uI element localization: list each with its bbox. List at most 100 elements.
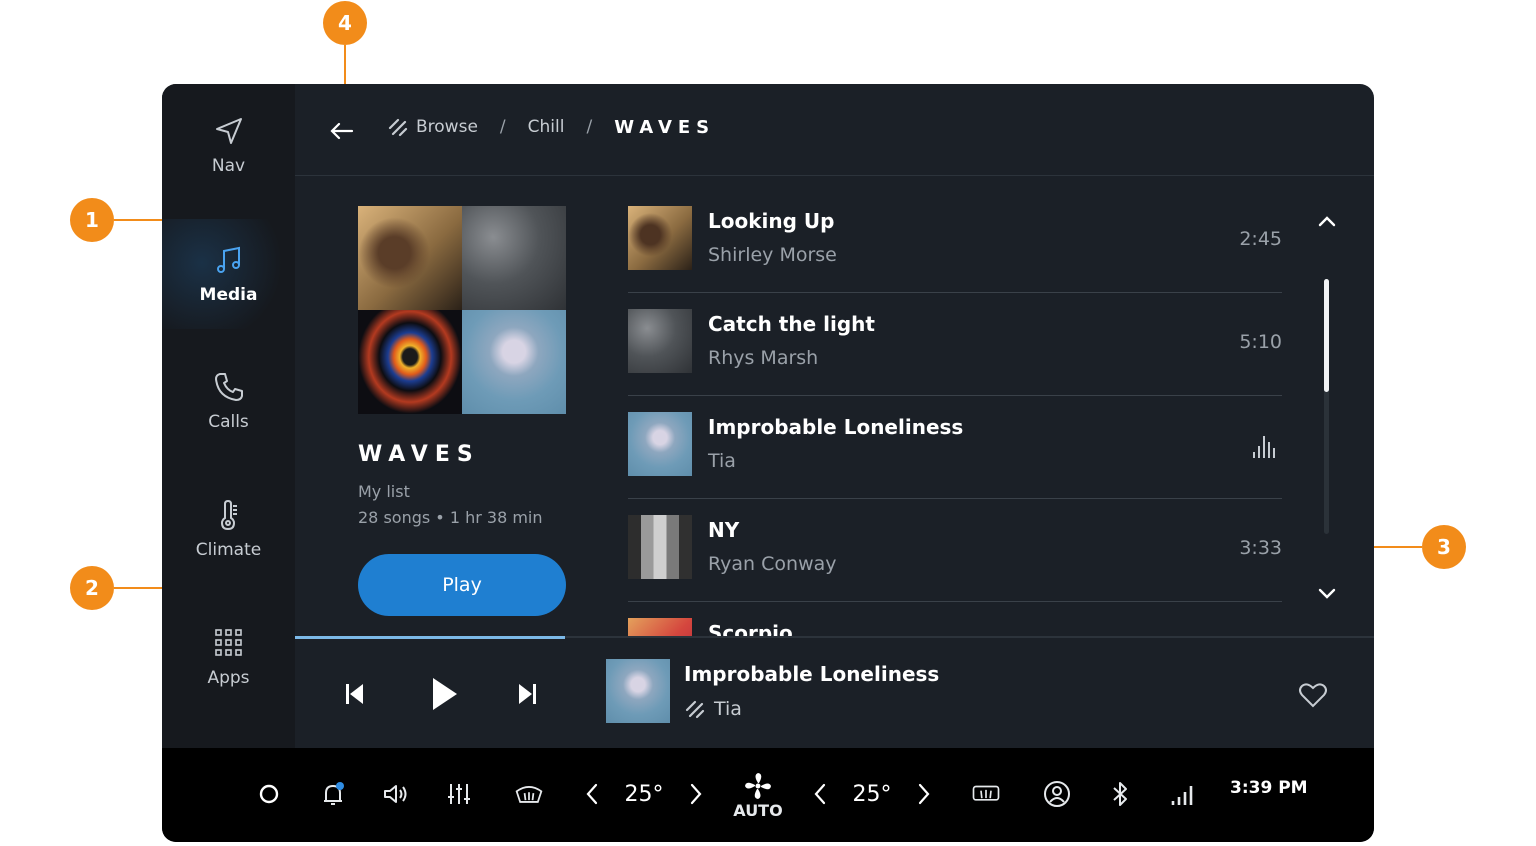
track-row[interactable]: Scorpio	[628, 602, 1282, 636]
front-defrost-button[interactable]	[512, 776, 546, 812]
album-art-tile	[462, 206, 566, 310]
album-art-collage	[358, 206, 566, 414]
album-art-tile	[462, 310, 566, 414]
chevron-right-icon	[918, 783, 930, 805]
music-note-icon	[216, 246, 240, 273]
track-title: Catch the light	[708, 312, 875, 336]
playlist-title: WAVES	[358, 442, 480, 467]
track-row[interactable]: Looking Up Shirley Morse 2:45	[628, 190, 1282, 293]
right-temp-up[interactable]	[912, 776, 936, 812]
track-title: Looking Up	[708, 209, 835, 233]
right-temperature: 25°	[852, 781, 892, 807]
breadcrumb-browse[interactable]: Browse	[416, 117, 478, 137]
audio-settings-button[interactable]	[444, 776, 474, 812]
now-playing-artwork	[606, 659, 670, 723]
bluetooth-icon	[1113, 782, 1127, 806]
rail-item-climate[interactable]: Climate	[162, 474, 295, 584]
volume-button[interactable]	[380, 776, 410, 812]
track-thumbnail	[628, 515, 692, 579]
bluetooth-button[interactable]	[1108, 776, 1132, 812]
track-row[interactable]: Catch the light Rhys Marsh 5:10	[628, 293, 1282, 396]
breadcrumb-current: WAVES	[614, 116, 716, 138]
system-bar: 25° AUTO 25° 3:39 PM	[162, 748, 1374, 842]
thermometer-icon	[220, 499, 237, 531]
track-row[interactable]: Improbable Loneliness Tia	[628, 396, 1282, 499]
navigation-arrow-icon	[215, 118, 242, 144]
home-circle-icon	[259, 784, 279, 804]
rail-item-label: Climate	[195, 540, 262, 560]
now-playing-bar: Improbable Loneliness Tia	[295, 636, 1374, 748]
play-icon[interactable]	[427, 676, 459, 712]
clock: 3:39 PM	[1230, 778, 1308, 798]
speaker-icon	[384, 785, 407, 803]
track-artist: Shirley Morse	[708, 244, 837, 266]
track-thumbnail	[628, 618, 692, 636]
rail-item-label: Calls	[208, 412, 249, 432]
fan-auto-button[interactable]: AUTO	[730, 766, 786, 824]
user-profile-icon	[1044, 781, 1070, 807]
favorite-heart-icon[interactable]	[1298, 680, 1328, 710]
header: Browse / Chill / WAVES	[295, 84, 1374, 176]
track-duration: 2:45	[1239, 228, 1282, 250]
left-temperature: 25°	[624, 781, 664, 807]
notifications-button[interactable]	[318, 776, 348, 812]
next-track-icon[interactable]	[515, 682, 539, 706]
signal-strength	[1168, 776, 1198, 812]
track-artist: Rhys Marsh	[708, 347, 819, 369]
track-title: Scorpio	[708, 621, 793, 636]
rear-defrost-icon	[972, 785, 1000, 801]
track-duration: 3:33	[1239, 537, 1282, 559]
previous-track-icon[interactable]	[343, 682, 367, 706]
playlist-subtitle: My list	[358, 482, 410, 501]
fan-icon	[745, 772, 771, 799]
callout-4: 4	[323, 1, 367, 45]
track-thumbnail	[628, 412, 692, 476]
chevron-left-icon	[814, 783, 826, 805]
track-list: Looking Up Shirley Morse 2:45 Catch the …	[628, 190, 1282, 636]
profile-button[interactable]	[1042, 776, 1072, 812]
callout-3: 3	[1422, 525, 1466, 569]
scroll-up-chevron-icon[interactable]	[1312, 206, 1342, 236]
now-playing-artist: Tia	[714, 698, 742, 720]
now-playing-artist-row: Tia	[684, 698, 742, 720]
scrollbar-thumb[interactable]	[1324, 279, 1329, 392]
scroll-down-chevron-icon[interactable]	[1312, 578, 1342, 608]
breadcrumb: Browse / Chill / WAVES	[387, 116, 715, 138]
play-button[interactable]: Play	[358, 554, 566, 616]
breadcrumb-separator: /	[499, 117, 506, 137]
track-thumbnail	[628, 206, 692, 270]
apps-grid-icon	[214, 629, 242, 656]
rail-item-apps[interactable]: Apps	[162, 602, 295, 712]
rear-defrost-button[interactable]	[968, 776, 1004, 812]
track-duration: 5:10	[1239, 331, 1282, 353]
sliders-icon	[448, 784, 470, 804]
chevron-left-icon	[586, 783, 598, 805]
track-artist: Ryan Conway	[708, 553, 837, 575]
left-temp-down[interactable]	[580, 776, 604, 812]
right-temp-down[interactable]	[808, 776, 832, 812]
fan-mode-label: AUTO	[733, 800, 783, 820]
playback-progress[interactable]	[295, 636, 565, 639]
track-title: Improbable Loneliness	[708, 415, 964, 439]
rail-item-nav[interactable]: Nav	[162, 90, 295, 200]
callout-2: 2	[70, 566, 114, 610]
track-row[interactable]: NY Ryan Conway 3:33	[628, 499, 1282, 602]
playlist-meta: 28 songs • 1 hr 38 min	[358, 508, 543, 527]
rail-item-media[interactable]: Media	[162, 219, 295, 329]
left-temp-up[interactable]	[684, 776, 708, 812]
cellular-signal-icon	[1171, 786, 1193, 805]
breadcrumb-chill[interactable]: Chill	[528, 117, 565, 137]
rail-item-calls[interactable]: Calls	[162, 346, 295, 456]
home-button[interactable]	[254, 776, 284, 812]
track-title: NY	[708, 518, 740, 542]
now-playing-title: Improbable Loneliness	[684, 662, 940, 686]
bell-icon	[324, 782, 344, 805]
rail-item-label: Nav	[211, 156, 246, 176]
back-arrow-icon[interactable]	[325, 114, 359, 148]
stream-source-icon	[388, 118, 408, 137]
infotainment-screen: Nav Media Calls Climate Apps Browse / Ch…	[162, 84, 1374, 842]
callout-1: 1	[70, 198, 114, 242]
rail-item-label: Apps	[207, 668, 250, 688]
track-thumbnail	[628, 309, 692, 373]
navigation-rail: Nav Media Calls Climate Apps	[162, 84, 295, 748]
